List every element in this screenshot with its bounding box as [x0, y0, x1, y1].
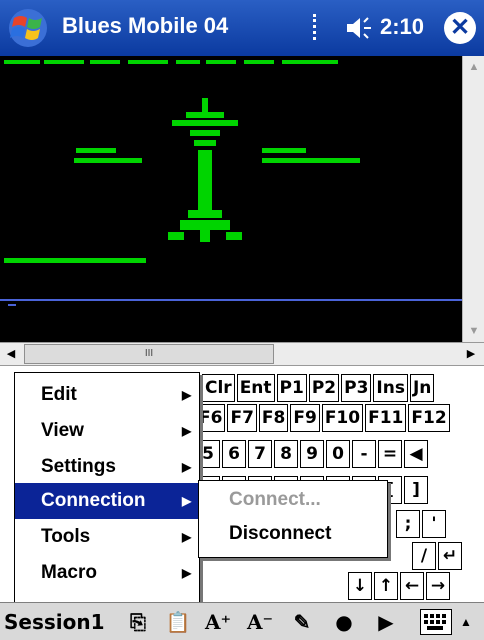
horizontal-scroll-thumb[interactable]: III: [24, 344, 274, 364]
scroll-up-icon[interactable]: ▲: [463, 56, 484, 78]
menu-item-connect: Connect...: [229, 489, 321, 510]
key[interactable]: P1: [276, 374, 307, 402]
scroll-left-icon[interactable]: ◀: [0, 343, 22, 365]
key[interactable]: ;: [396, 510, 420, 538]
menu-item-label: View: [41, 420, 84, 441]
menu-item-settings[interactable]: Settings ▶: [15, 449, 199, 485]
keyboard-icon[interactable]: [420, 609, 452, 635]
menu-item-macro[interactable]: Macro ▶: [15, 555, 199, 591]
key[interactable]: 8: [274, 440, 298, 468]
menu-item-label: Edit: [41, 384, 77, 405]
key[interactable]: ↵: [438, 542, 462, 570]
record-macro-icon[interactable]: ●: [330, 608, 358, 636]
menu-item-connection[interactable]: Connection ▶: [15, 483, 199, 519]
key[interactable]: ]: [404, 476, 428, 504]
scroll-down-icon[interactable]: ▼: [463, 320, 484, 342]
connectivity-icon[interactable]: [313, 14, 319, 40]
key[interactable]: P2: [308, 374, 340, 402]
copy-icon[interactable]: ⎘: [124, 608, 152, 636]
font-smaller-icon[interactable]: A⁻: [246, 608, 274, 636]
main-menu: Edit ▶ View ▶ Settings ▶ Connection ▶ To…: [14, 372, 200, 608]
menu-item-label: Macro: [41, 562, 97, 583]
title-bar: Blues Mobile 04 2:10 ✕: [0, 0, 484, 56]
submenu-arrow-icon: ▶: [182, 460, 192, 474]
key[interactable]: 9: [300, 440, 324, 468]
key[interactable]: ': [422, 510, 446, 538]
terminal-screen[interactable]: [0, 56, 462, 342]
horizontal-scrollbar[interactable]: ◀ III ▶: [0, 342, 484, 366]
connection-submenu: Connect... Disconnect: [198, 480, 388, 558]
terminal-graphic: [0, 60, 462, 306]
menu-item-tools[interactable]: Tools ▶: [15, 519, 199, 555]
speaker-icon[interactable]: [345, 16, 375, 40]
submenu-arrow-icon: ▶: [182, 424, 192, 438]
key[interactable]: ←: [400, 572, 424, 600]
key[interactable]: ◀: [404, 440, 428, 468]
key[interactable]: ↑: [374, 572, 398, 600]
close-button[interactable]: ✕: [444, 12, 476, 44]
key[interactable]: F10: [321, 404, 364, 432]
clock[interactable]: 2:10: [380, 14, 424, 40]
menu-item-label: Connection: [41, 490, 146, 511]
key[interactable]: 7: [248, 440, 272, 468]
submenu-arrow-icon: ▶: [182, 494, 192, 508]
menu-item-view[interactable]: View ▶: [15, 413, 199, 449]
menu-item-edit[interactable]: Edit ▶: [15, 377, 199, 413]
scroll-right-icon[interactable]: ▶: [460, 343, 482, 365]
submenu-arrow-icon: ▶: [182, 388, 192, 402]
font-larger-icon[interactable]: A⁺: [204, 608, 232, 636]
key[interactable]: -: [352, 440, 376, 468]
key[interactable]: F7: [227, 404, 257, 432]
key[interactable]: 0: [326, 440, 350, 468]
windows-flag-icon[interactable]: [8, 8, 48, 48]
command-bar: Session1 ⎘ 📋 A⁺ A⁻ ✎ ● ▶ ▲: [0, 602, 484, 640]
paste-icon[interactable]: 📋: [164, 608, 192, 636]
vertical-scrollbar[interactable]: ▲ ▼: [462, 56, 484, 342]
key[interactable]: Jn: [409, 374, 435, 402]
key[interactable]: Ent: [236, 374, 275, 402]
key[interactable]: Clr: [202, 374, 235, 402]
key[interactable]: F9: [290, 404, 320, 432]
menu-item-disconnect[interactable]: Disconnect: [229, 523, 331, 545]
key[interactable]: P3: [341, 374, 372, 402]
key[interactable]: 6: [222, 440, 246, 468]
key[interactable]: F11: [365, 404, 407, 432]
key[interactable]: Ins: [373, 374, 408, 402]
app-title: Blues Mobile 04: [62, 13, 229, 38]
key[interactable]: /: [412, 542, 436, 570]
session-menu[interactable]: Session1: [4, 607, 114, 637]
scan-icon[interactable]: ✎: [288, 608, 316, 636]
key[interactable]: →: [426, 572, 450, 600]
submenu-arrow-icon: ▶: [182, 530, 192, 544]
key[interactable]: =: [378, 440, 402, 468]
menu-item-label: Settings: [41, 456, 116, 477]
key[interactable]: F6: [196, 404, 226, 432]
key[interactable]: F8: [258, 404, 289, 432]
play-macro-icon[interactable]: ▶: [372, 608, 400, 636]
key[interactable]: ↓: [348, 572, 372, 600]
submenu-arrow-icon: ▶: [182, 566, 192, 580]
menu-item-label: Tools: [41, 526, 91, 547]
key[interactable]: F12: [408, 404, 450, 432]
input-panel-arrow-icon[interactable]: ▲: [456, 609, 476, 635]
